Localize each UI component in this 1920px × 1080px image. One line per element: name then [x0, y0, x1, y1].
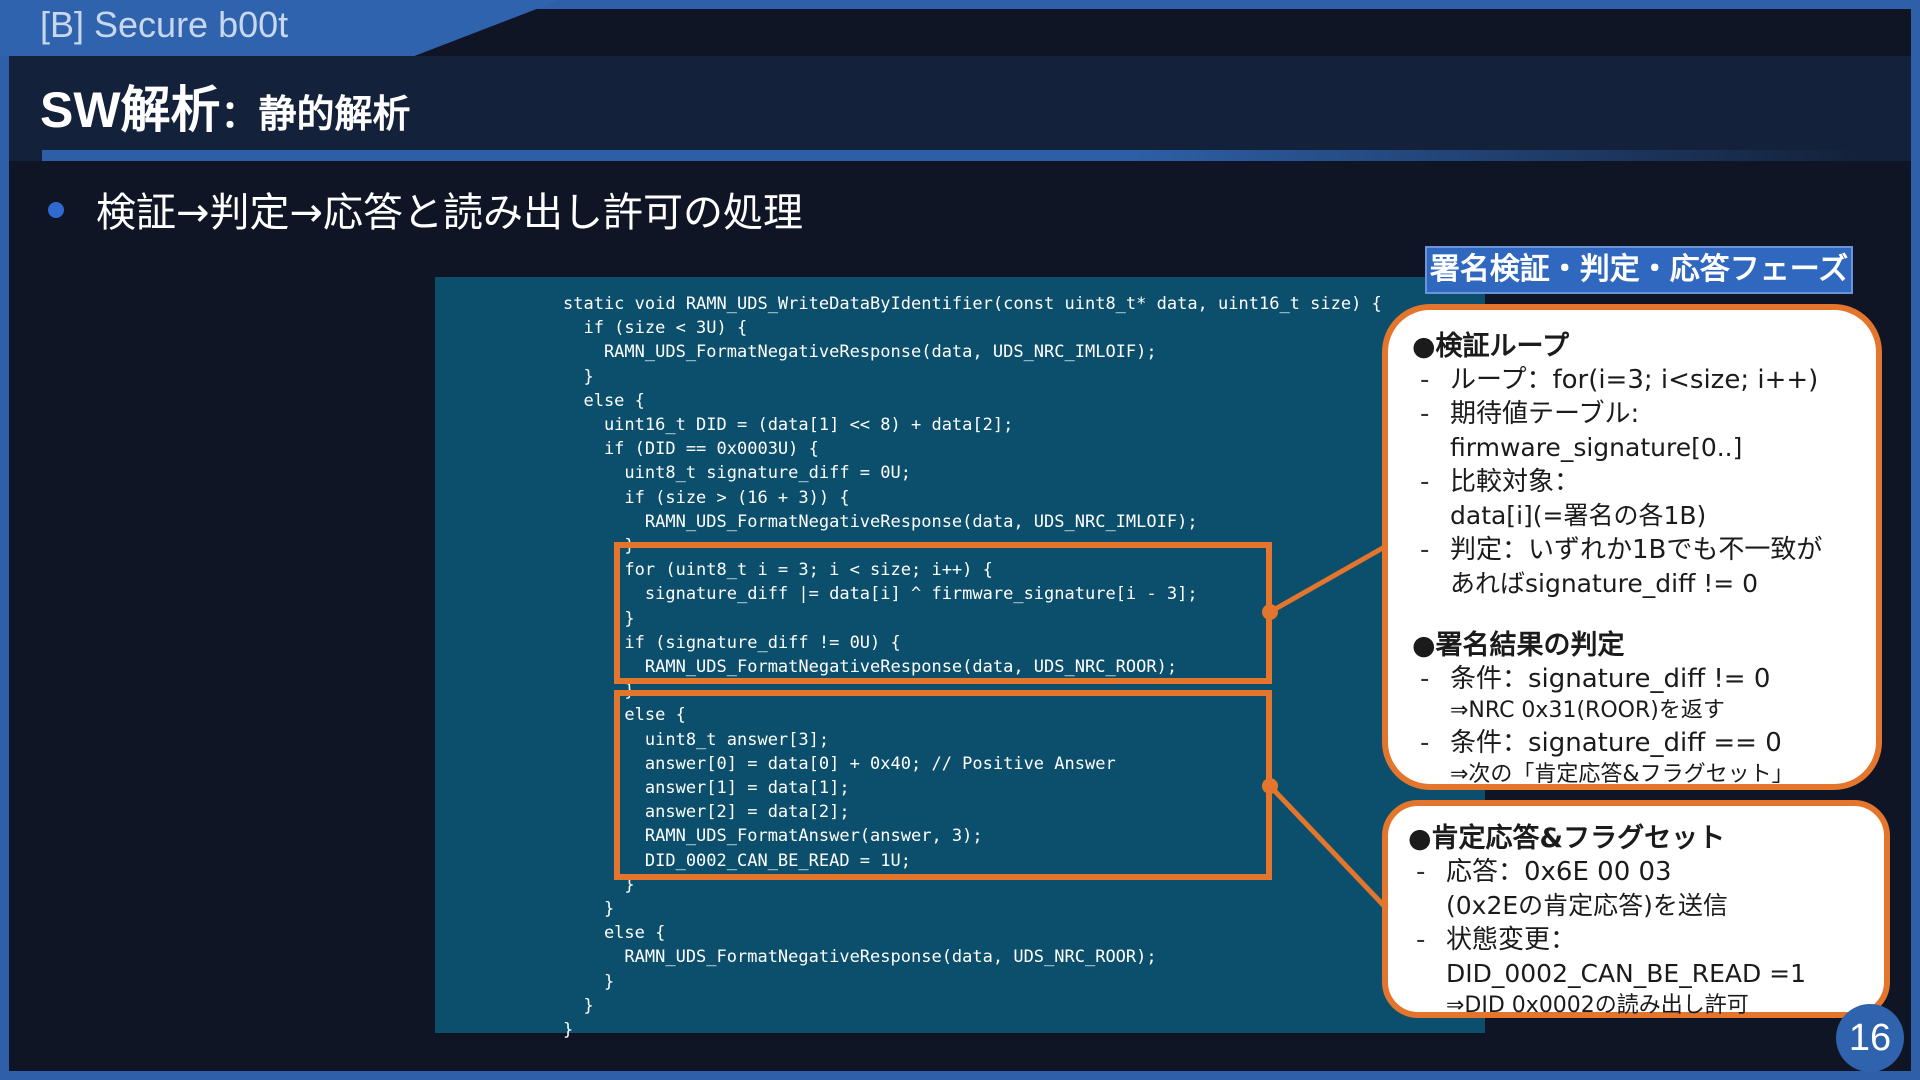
- response-value: (0x2Eの肯定応答)を送信: [1446, 891, 1728, 920]
- code-line: static void RAMN_UDS_WriteDataByIdentifi…: [563, 294, 1382, 314]
- condition-mismatch-result: ⇒NRC 0x31(ROOR)を返す: [1450, 698, 1725, 723]
- code-line: }: [563, 971, 615, 992]
- code-line: else {: [563, 390, 645, 411]
- state-label: 状態変更：: [1408, 923, 1864, 957]
- section-tab-label: [B] Secure b00t: [40, 4, 289, 45]
- page-number: 16: [1836, 1004, 1904, 1072]
- code-line: uint16_t DID = (data[1] << 8) + data[2];: [563, 415, 1014, 435]
- condition-match-result: ⇒次の「肯定応答&フラグセット」: [1450, 762, 1794, 787]
- expected-value: firmware_signature[0..]: [1450, 433, 1743, 462]
- code-line: uint8_t signature_diff = 0U;: [563, 463, 911, 484]
- title-underline: [42, 150, 1862, 161]
- code-line: if (DID == 0x0003U) {: [563, 439, 819, 460]
- loop-item: ループ：for(i=3; i<size; i++): [1412, 363, 1856, 397]
- bullet-dot-icon: [48, 202, 64, 218]
- response-heading: ●肯定応答&フラグセット: [1408, 823, 1726, 854]
- verify-loop-heading: ●検証ループ: [1412, 331, 1569, 362]
- code-line: else {: [563, 923, 666, 944]
- response-label: 応答：0x6E 00 03: [1408, 855, 1864, 889]
- title-sub: ：静的解析: [220, 94, 411, 136]
- title-main: SW解析: [40, 82, 221, 138]
- phase-label: 署名検証・判定・応答フェーズ: [1425, 246, 1853, 294]
- code-line: }: [563, 366, 594, 387]
- state-value: DID_0002_CAN_BE_READ =1: [1446, 959, 1807, 988]
- code-line: RAMN_UDS_FormatNegativeResponse(data, UD…: [563, 947, 1157, 968]
- code-line: }: [563, 995, 594, 1016]
- expected-label: 期待値テーブル:: [1412, 397, 1856, 431]
- signature-result-heading: ●署名結果の判定: [1412, 630, 1625, 661]
- slide-title: SW解析：静的解析: [40, 70, 411, 142]
- verify-loop-highlight: [614, 542, 1272, 684]
- condition-mismatch: 条件：signature_diff != 0: [1412, 662, 1856, 696]
- judge-label: 判定：いずれか1Bでも不一致が: [1412, 533, 1856, 567]
- compare-value: data[i](=署名の各1B): [1450, 501, 1707, 530]
- connector-dot-response: [1262, 778, 1278, 794]
- condition-match: 条件：signature_diff == 0: [1412, 726, 1856, 760]
- positive-response-highlight: [614, 690, 1272, 880]
- judge-value: あればsignature_diff != 0: [1450, 569, 1759, 598]
- state-result: ⇒DID 0x0002の読み出し許可: [1446, 993, 1749, 1018]
- code-line: if (size > (16 + 3)) {: [563, 487, 850, 508]
- response-callout: ●肯定応答&フラグセット 応答：0x6E 00 03 (0x2Eの肯定応答)を送…: [1382, 800, 1890, 1018]
- verify-callout: ●検証ループ ループ：for(i=3; i<size; i++) 期待値テーブル…: [1382, 304, 1882, 790]
- code-line: }: [563, 899, 615, 919]
- code-line: }: [563, 1020, 574, 1040]
- code-line: if (size < 3U) {: [563, 318, 748, 339]
- code-line: RAMN_UDS_FormatNegativeResponse(data, UD…: [563, 342, 1157, 363]
- compare-label: 比較対象：: [1412, 465, 1856, 499]
- top-border-line: [420, 0, 1920, 9]
- connector-dot-verify: [1262, 604, 1278, 620]
- bullet-text: 検証→判定→応答と読み出し許可の処理: [96, 190, 804, 236]
- code-line: RAMN_UDS_FormatNegativeResponse(data, UD…: [563, 511, 1198, 532]
